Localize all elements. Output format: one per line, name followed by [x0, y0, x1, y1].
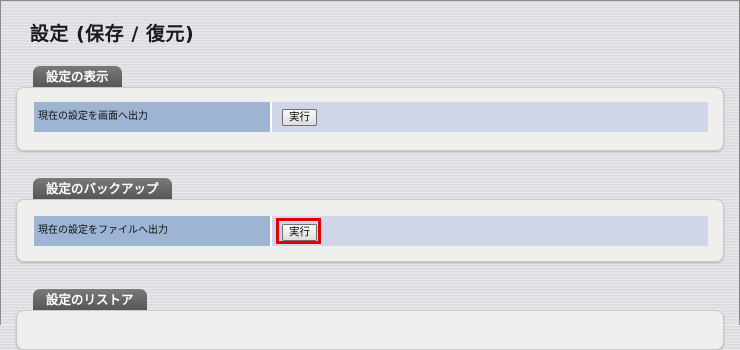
- row-value-cell: 実行: [272, 102, 708, 132]
- row-value-cell: 実行: [272, 216, 708, 246]
- highlight-box: 実行: [276, 218, 321, 244]
- setting-row-display: 現在の設定を画面へ出力 実行: [34, 102, 708, 132]
- section-tab-backup: 設定のバックアップ: [33, 178, 172, 200]
- page-title: 設定 (保存 / 復元): [30, 23, 195, 45]
- row-label: 現在の設定をファイルへ出力: [34, 216, 272, 246]
- section-panel-backup: 現在の設定をファイルへ出力 実行: [16, 199, 724, 262]
- execute-display-button[interactable]: 実行: [282, 109, 317, 126]
- section-panel-display: 現在の設定を画面へ出力 実行: [16, 87, 724, 151]
- section-tab-restore: 設定のリストア: [33, 289, 147, 311]
- execute-backup-button[interactable]: 実行: [282, 224, 317, 241]
- section-panel-restore: [16, 310, 724, 350]
- section-tab-display: 設定の表示: [33, 66, 122, 88]
- row-label: 現在の設定を画面へ出力: [34, 102, 272, 132]
- setting-row-backup: 現在の設定をファイルへ出力 実行: [34, 216, 708, 246]
